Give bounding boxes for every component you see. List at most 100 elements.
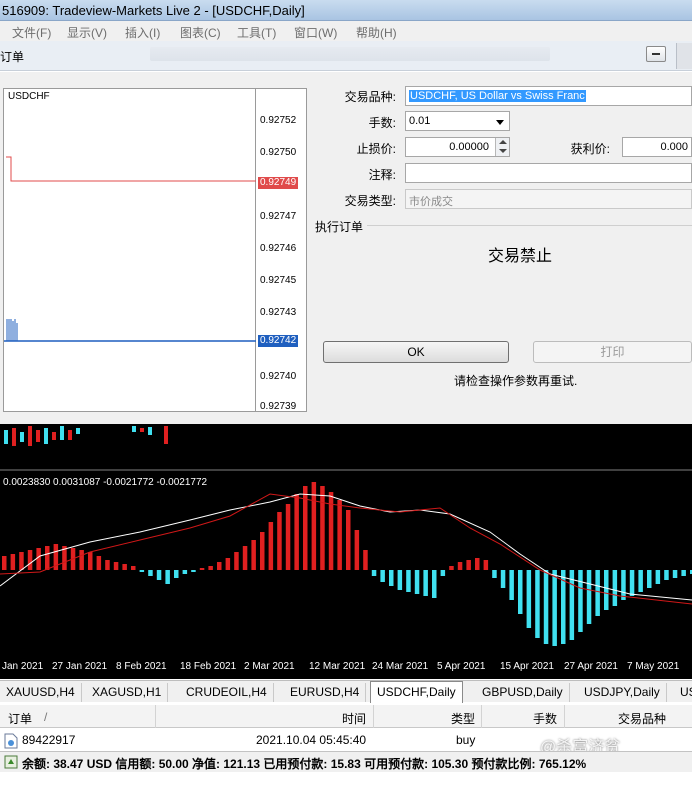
candle — [140, 428, 144, 432]
symbol-value: USDCHF, US Dollar vs Swiss Franc — [409, 90, 586, 102]
candle — [4, 430, 8, 444]
menu-charts[interactable]: 图表(C) — [180, 24, 221, 41]
candle — [60, 426, 64, 440]
volume-label: 手数: — [368, 116, 396, 130]
histogram-bar — [371, 570, 377, 576]
bid-price-tag: 0.92749 — [258, 177, 298, 189]
price-tick: 0.92750 — [260, 147, 297, 158]
date-label: 12 Mar 2021 — [309, 661, 366, 672]
comment-input[interactable] — [405, 163, 692, 183]
histogram-bar — [397, 570, 403, 590]
date-label: 2 Mar 2021 — [244, 661, 295, 672]
price-chart[interactable]: 0.0023830 0.0031087 -0.0021772 -0.002177… — [0, 424, 692, 679]
menu-window[interactable]: 窗口(W) — [294, 24, 337, 41]
menu-tools[interactable]: 工具(T) — [237, 24, 276, 41]
histogram-bar — [346, 510, 351, 570]
histogram-bar — [647, 570, 652, 588]
volume-select[interactable]: 0.01 — [405, 111, 510, 131]
candle — [52, 432, 56, 440]
price-tick: 0.92752 — [260, 115, 297, 126]
ask-ticks — [6, 319, 18, 341]
stop-loss-label: 止损价: — [356, 142, 396, 156]
histogram-bar — [475, 558, 480, 570]
hint-text: 请检查操作参数再重试. — [454, 374, 578, 388]
histogram-bar — [363, 550, 368, 570]
tick-lines — [4, 156, 256, 342]
histogram-bar — [217, 562, 222, 570]
histogram-bar — [285, 504, 291, 570]
date-label: 27 Apr 2021 — [564, 661, 618, 672]
date-label: Jan 2021 — [2, 661, 44, 672]
histogram-bar — [526, 570, 532, 628]
histogram-bar — [79, 550, 84, 570]
sort-icon: / — [44, 710, 48, 724]
menu-help[interactable]: 帮助(H) — [356, 24, 397, 41]
tab-xagusd[interactable]: XAGUSD,H1 — [86, 683, 169, 702]
histogram-bar — [466, 560, 471, 570]
col-volume[interactable]: 手数 — [533, 710, 557, 727]
histogram-bar — [440, 570, 446, 576]
histogram-bar — [629, 570, 635, 596]
candle — [36, 430, 40, 442]
take-profit-value: 0.000 — [660, 141, 688, 153]
histogram-bar — [337, 500, 342, 570]
histogram-bar — [251, 540, 256, 570]
trade-disabled-message: 交易禁止 — [488, 248, 553, 265]
date-label: 5 Apr 2021 — [437, 661, 486, 672]
col-time[interactable]: 时间 — [342, 710, 366, 727]
spinner-icon[interactable] — [495, 138, 509, 156]
histogram-bar — [681, 570, 686, 576]
tab-usdchf[interactable]: USDCHF,Daily — [370, 681, 463, 703]
col-order[interactable]: 订单 — [8, 710, 32, 727]
print-button[interactable]: 打印 — [533, 341, 692, 363]
symbol-select[interactable]: USDCHF, US Dollar vs Swiss Franc — [405, 86, 692, 106]
tick-chart-plot: USDCHF — [4, 89, 256, 411]
column-divider — [564, 705, 565, 728]
histogram-bar — [45, 546, 50, 570]
histogram-bar — [535, 570, 540, 638]
date-label: 8 Feb 2021 — [116, 661, 167, 672]
histogram-bar — [543, 570, 549, 644]
histogram-bar — [569, 570, 575, 640]
menu-view[interactable]: 显示(V) — [67, 24, 107, 41]
col-symbol[interactable]: 交易品种 — [618, 710, 666, 727]
group-divider — [360, 225, 692, 226]
tab-crudeoil[interactable]: CRUDEOIL,H4 — [180, 683, 274, 702]
execution-group-label: 执行订单 — [315, 218, 368, 235]
ask-price-tag: 0.92742 — [258, 335, 298, 347]
symbol-label: 交易品种: — [344, 90, 396, 104]
tab-gbpusd[interactable]: GBPUSD,Daily — [476, 683, 570, 702]
window-title-bar: 516909: Tradeview-Markets Live 2 - [USDC… — [0, 0, 692, 21]
ok-button[interactable]: OK — [323, 341, 509, 363]
histogram-bar — [518, 570, 523, 614]
terminal-header: 订单 / 时间 类型 手数 交易品种 — [0, 705, 692, 728]
histogram-bar — [88, 552, 93, 570]
take-profit-input[interactable]: 0.000 — [622, 137, 692, 157]
col-type[interactable]: 类型 — [451, 710, 475, 727]
tab-usdjpy[interactable]: USDJPY,Daily — [578, 683, 667, 702]
histogram-bar — [36, 548, 41, 570]
order-type-select[interactable]: 市价成交 — [405, 189, 692, 209]
stop-loss-input[interactable]: 0.00000 — [405, 137, 510, 157]
order-dialog-header: 订单 — [0, 41, 692, 71]
tab-us[interactable]: US — [674, 683, 692, 702]
histogram-bar — [96, 556, 102, 570]
menu-file[interactable]: 文件(F) — [12, 24, 51, 41]
histogram-bar — [612, 570, 618, 606]
column-divider — [155, 705, 156, 728]
column-divider — [481, 705, 482, 728]
minimize-button[interactable] — [646, 46, 666, 62]
histogram-bar — [638, 570, 643, 592]
tab-eurusd[interactable]: EURUSD,H4 — [284, 683, 367, 702]
order-time: 2021.10.04 05:45:40 — [256, 733, 367, 747]
dialog-scrollbar[interactable] — [676, 43, 692, 69]
tab-xauusd[interactable]: XAUUSD,H4 — [0, 683, 82, 702]
menu-insert[interactable]: 插入(I) — [125, 24, 160, 41]
date-label: 24 Mar 2021 — [372, 661, 429, 672]
price-tick: 0.92747 — [260, 211, 297, 222]
histogram-bar — [320, 486, 325, 570]
price-tick: 0.92746 — [260, 243, 297, 254]
candle — [12, 428, 16, 446]
account-icon — [4, 755, 18, 769]
chart-canvas — [0, 426, 692, 646]
